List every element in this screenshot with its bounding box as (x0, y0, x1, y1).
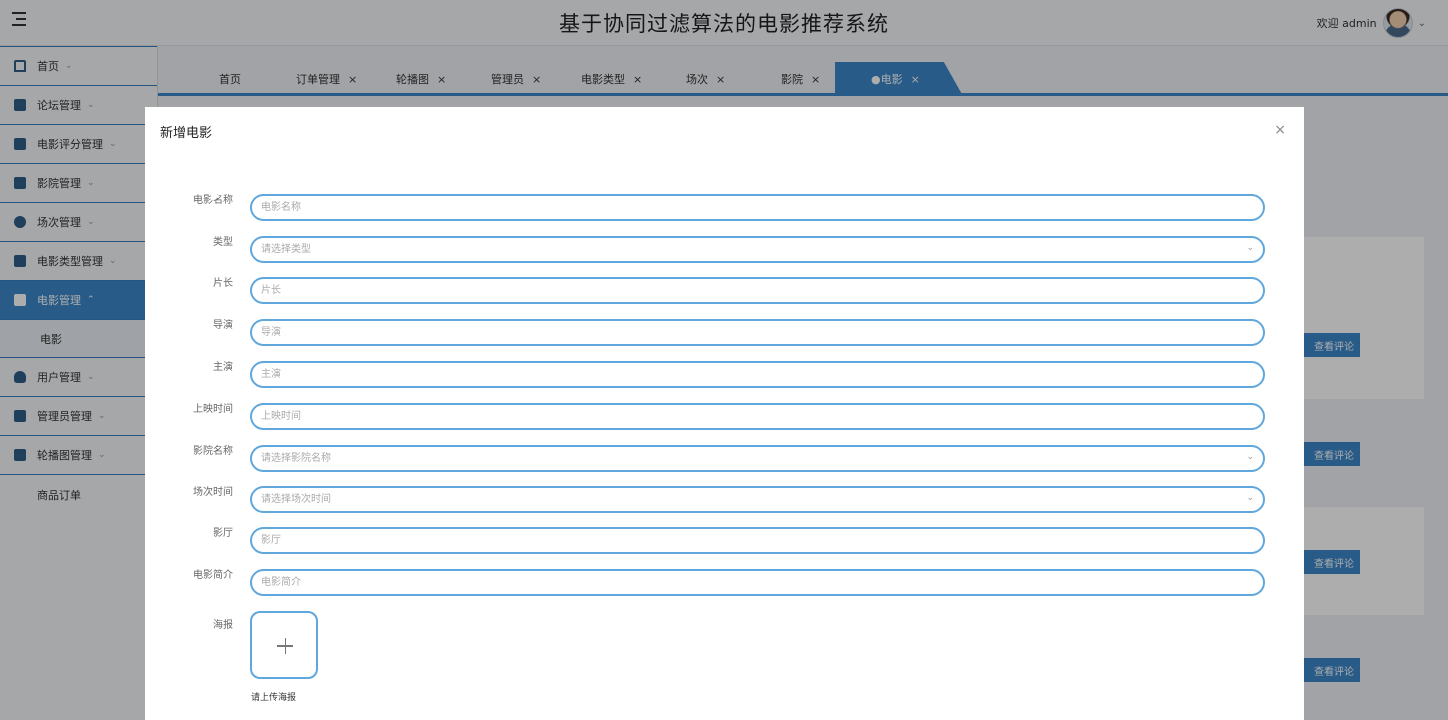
form-row-release-date: 上映时间 (145, 403, 1304, 430)
form-row-cinema: 影院名称 ⌄ (145, 445, 1304, 472)
field-label: 上映时间 (193, 404, 233, 415)
field-label: 电影名称 (193, 195, 233, 206)
movie-name-input[interactable] (250, 194, 1265, 221)
field-label: 影院名称 (193, 446, 233, 457)
session-time-select[interactable] (250, 486, 1265, 513)
hall-input[interactable] (250, 527, 1265, 554)
poster-upload-button[interactable] (250, 611, 318, 679)
genre-select[interactable] (250, 236, 1265, 263)
field-label: 场次时间 (193, 487, 233, 498)
field-label: 海报 (213, 620, 233, 631)
form-row-session-time: 场次时间 ⌄ (145, 486, 1304, 513)
field-label: 片长 (213, 278, 233, 289)
upload-hint: 请上传海报 (251, 693, 297, 703)
form-row-duration: 片长 (145, 277, 1304, 304)
chevron-down-icon[interactable]: ⌄ (1246, 493, 1254, 503)
form-row-poster: 海报 (145, 619, 1304, 646)
chevron-down-icon[interactable]: ⌄ (1246, 452, 1254, 462)
dialog-title: 新增电影 (160, 126, 213, 141)
form-row-movie-name: 电影名称 (145, 194, 1304, 221)
close-icon[interactable]: × (1274, 122, 1286, 138)
form-row-hall: 影厅 (145, 527, 1304, 554)
director-input[interactable] (250, 319, 1265, 346)
form-row-cast: 主演 (145, 361, 1304, 388)
duration-input[interactable] (250, 277, 1265, 304)
cast-input[interactable] (250, 361, 1265, 388)
synopsis-input[interactable] (250, 569, 1265, 596)
field-label: 类型 (213, 237, 233, 248)
chevron-down-icon[interactable]: ⌄ (1246, 243, 1254, 253)
form-row-synopsis: 电影简介 (145, 569, 1304, 596)
cinema-select[interactable] (250, 445, 1265, 472)
field-label: 影厅 (213, 528, 233, 539)
field-label: 主演 (213, 362, 233, 373)
form-row-director: 导演 (145, 319, 1304, 346)
field-label: 电影简介 (193, 570, 233, 581)
form-row-genre: 类型 ⌄ (145, 236, 1304, 263)
add-movie-dialog: 新增电影 × 电影名称 类型 ⌄ 片长 导演 主演 上映时间 影院名称 ⌄ 场次… (145, 107, 1304, 720)
field-label: 导演 (213, 320, 233, 331)
release-date-input[interactable] (250, 403, 1265, 430)
